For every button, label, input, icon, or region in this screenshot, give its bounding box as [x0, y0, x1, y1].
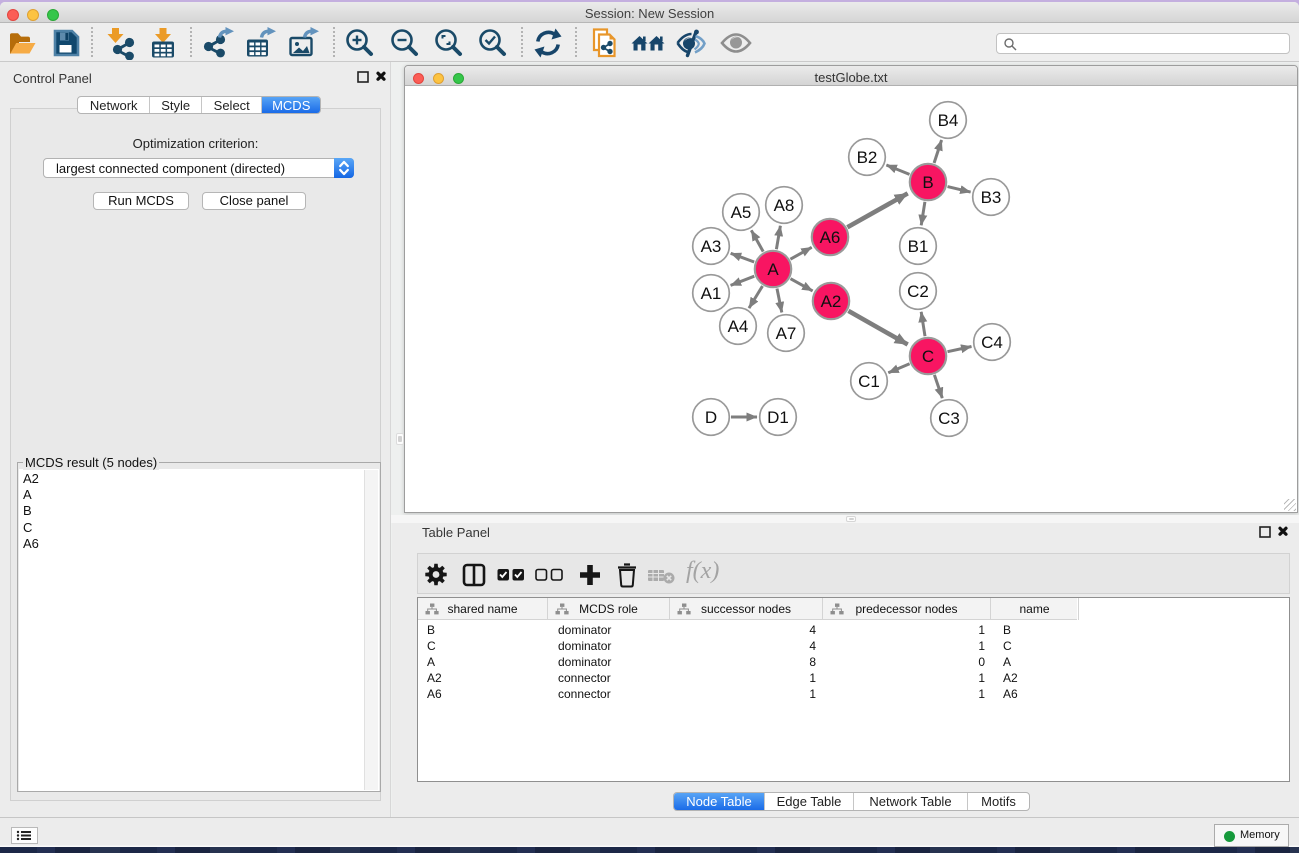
svg-text:A5: A5: [731, 203, 752, 222]
svg-text:B2: B2: [857, 148, 878, 167]
svg-text:D1: D1: [767, 408, 789, 427]
svg-text:C: C: [922, 347, 934, 366]
svg-text:B3: B3: [981, 188, 1002, 207]
svg-text:A7: A7: [776, 324, 797, 343]
svg-text:B4: B4: [938, 111, 959, 130]
svg-text:A2: A2: [821, 292, 842, 311]
svg-text:C1: C1: [858, 372, 880, 391]
svg-text:A3: A3: [701, 237, 722, 256]
svg-text:B: B: [922, 173, 933, 192]
svg-text:B1: B1: [908, 237, 929, 256]
svg-text:C4: C4: [981, 333, 1003, 352]
svg-text:A4: A4: [728, 317, 749, 336]
svg-text:C2: C2: [907, 282, 929, 301]
svg-text:D: D: [705, 408, 717, 427]
svg-text:A8: A8: [774, 196, 795, 215]
svg-text:C3: C3: [938, 409, 960, 428]
svg-text:A1: A1: [701, 284, 722, 303]
svg-text:A6: A6: [820, 228, 841, 247]
svg-text:A: A: [767, 260, 779, 279]
